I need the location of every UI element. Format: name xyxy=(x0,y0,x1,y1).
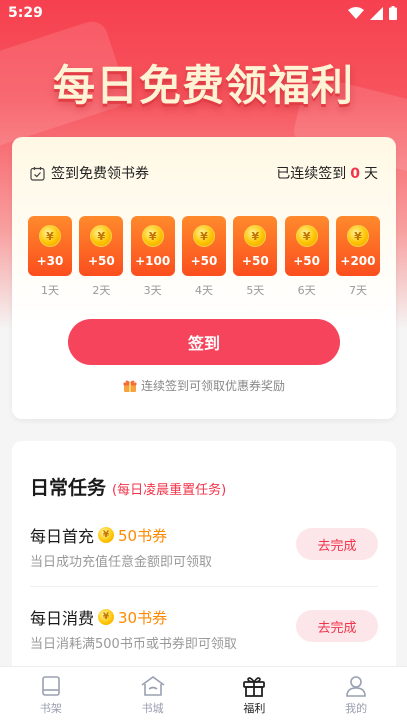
coin-icon: ¥ xyxy=(244,225,267,248)
coin-icon: ¥ xyxy=(141,225,164,248)
signal-icon xyxy=(370,6,383,20)
day-reward-tile: ¥ +50 xyxy=(233,216,278,276)
signin-tip-text: 连续签到可领取优惠券奖励 xyxy=(140,379,285,393)
day-reward-tile: ¥ +50 xyxy=(181,216,226,276)
day-label: 1天 xyxy=(41,284,59,297)
signin-button[interactable]: 签到 xyxy=(68,319,340,365)
task-desc: 当日成功充值任意金额即可领取 xyxy=(30,555,213,570)
day-reward-tile: ¥ +100 xyxy=(130,216,175,276)
bottom-tab-bar: 书架 书城 福利 我的 xyxy=(0,666,407,723)
tab-label: 书架 xyxy=(39,702,62,715)
streak-prefix: 已连续签到 xyxy=(276,166,347,182)
status-bar: 5:29 xyxy=(0,0,407,26)
day-amount: +50 xyxy=(190,253,218,268)
task-reward: 30书券 xyxy=(118,608,168,627)
day-item: ¥ +50 2天 xyxy=(79,216,124,298)
task-name: 每日首充 xyxy=(30,527,95,546)
coin-icon: ¥ xyxy=(295,225,318,248)
task-name-row: 每日消费 ¥ 30书券 xyxy=(30,605,167,629)
battery-icon xyxy=(389,6,397,20)
coin-icon: ¥ xyxy=(98,609,115,625)
hero-title: 每日免费领福利 xyxy=(52,61,354,110)
task-desc: 当日消耗满500书币或书券即可领取 xyxy=(30,637,237,652)
signin-title: 签到免费领书券 xyxy=(51,166,149,182)
streak-counter: 已连续签到 0 天 xyxy=(276,163,378,183)
day-amount: +100 xyxy=(135,253,171,268)
day-amount: +30 xyxy=(36,253,64,268)
tasks-header: 日常任务 (每日凌晨重置任务) xyxy=(30,473,226,500)
coin-icon: ¥ xyxy=(98,527,115,543)
bookstore-icon xyxy=(141,676,165,696)
day-label: 6天 xyxy=(297,284,316,297)
day-amount: +50 xyxy=(87,253,115,268)
coin-icon: ¥ xyxy=(39,225,61,248)
profile-icon xyxy=(346,676,366,697)
day-label: 5天 xyxy=(246,284,265,297)
calendar-check-icon xyxy=(30,166,45,181)
tab-label: 我的 xyxy=(345,702,368,715)
tasks-subtitle: (每日凌晨重置任务) xyxy=(112,483,227,498)
gift-box-icon xyxy=(123,379,137,392)
status-time: 5:29 xyxy=(8,5,43,21)
task-name-row: 每日首充 ¥ 50书券 xyxy=(30,523,167,547)
tasks-title: 日常任务 xyxy=(30,477,107,499)
tab-label: 书城 xyxy=(141,702,164,715)
task-complete-button[interactable]: 去完成 xyxy=(296,610,378,642)
tab-label: 福利 xyxy=(243,702,266,715)
day-amount: +50 xyxy=(241,253,269,268)
tab-bookshelf[interactable]: 书架 xyxy=(0,667,102,723)
daily-tasks-card: 日常任务 (每日凌晨重置任务) 每日首充 ¥ 50书券 当日成功充值任意金额即可… xyxy=(12,441,396,681)
day-item: ¥ +50 4天 xyxy=(181,216,226,298)
wifi-icon xyxy=(348,6,364,19)
day-label: 3天 xyxy=(143,284,162,297)
gift-icon xyxy=(243,677,266,697)
task-item: 每日首充 ¥ 50书券 当日成功充值任意金额即可领取 去完成 xyxy=(30,523,378,595)
streak-count: 0 xyxy=(350,166,360,182)
day-item: ¥ +50 5天 xyxy=(233,216,278,298)
bookshelf-icon xyxy=(42,676,60,696)
day-label: 7天 xyxy=(348,284,367,297)
day-reward-tile: ¥ +30 xyxy=(28,216,72,276)
task-name: 每日消费 xyxy=(30,609,95,628)
day-reward-tile: ¥ +50 xyxy=(79,216,124,276)
system-icons xyxy=(348,6,397,20)
signin-header: 签到免费领书券 xyxy=(30,163,149,183)
day-reward-tile: ¥ +50 xyxy=(284,216,329,276)
day-label: 2天 xyxy=(92,284,111,297)
day-amount: +50 xyxy=(293,253,321,268)
day-item: ¥ +30 1天 xyxy=(28,216,72,298)
day-reward-tile: ¥ +200 xyxy=(335,216,380,276)
day-label: 4天 xyxy=(194,284,213,297)
day-item: ¥ +200 7天 xyxy=(335,216,380,298)
streak-suffix: 天 xyxy=(364,166,378,182)
task-complete-button[interactable]: 去完成 xyxy=(296,528,378,560)
signin-days: ¥ +30 1天 ¥ +50 2天 ¥ +100 3天 ¥ +50 4天 ¥ +… xyxy=(28,216,380,298)
coin-icon: ¥ xyxy=(346,225,369,248)
coin-icon: ¥ xyxy=(90,225,113,248)
task-divider xyxy=(30,586,378,587)
tab-bookstore[interactable]: 书城 xyxy=(102,667,204,723)
day-item: ¥ +50 6天 xyxy=(284,216,329,298)
day-amount: +200 xyxy=(340,253,376,268)
task-reward: 50书券 xyxy=(118,526,168,545)
tab-welfare[interactable]: 福利 xyxy=(204,667,306,723)
day-item: ¥ +100 3天 xyxy=(130,216,175,298)
coin-icon: ¥ xyxy=(192,225,215,248)
tab-profile[interactable]: 我的 xyxy=(305,667,407,723)
signin-tip: 连续签到可领取优惠券奖励 xyxy=(12,377,396,394)
signin-card: 签到免费领书券 已连续签到 0 天 ¥ +30 1天 ¥ +50 2天 ¥ +100… xyxy=(12,137,396,419)
